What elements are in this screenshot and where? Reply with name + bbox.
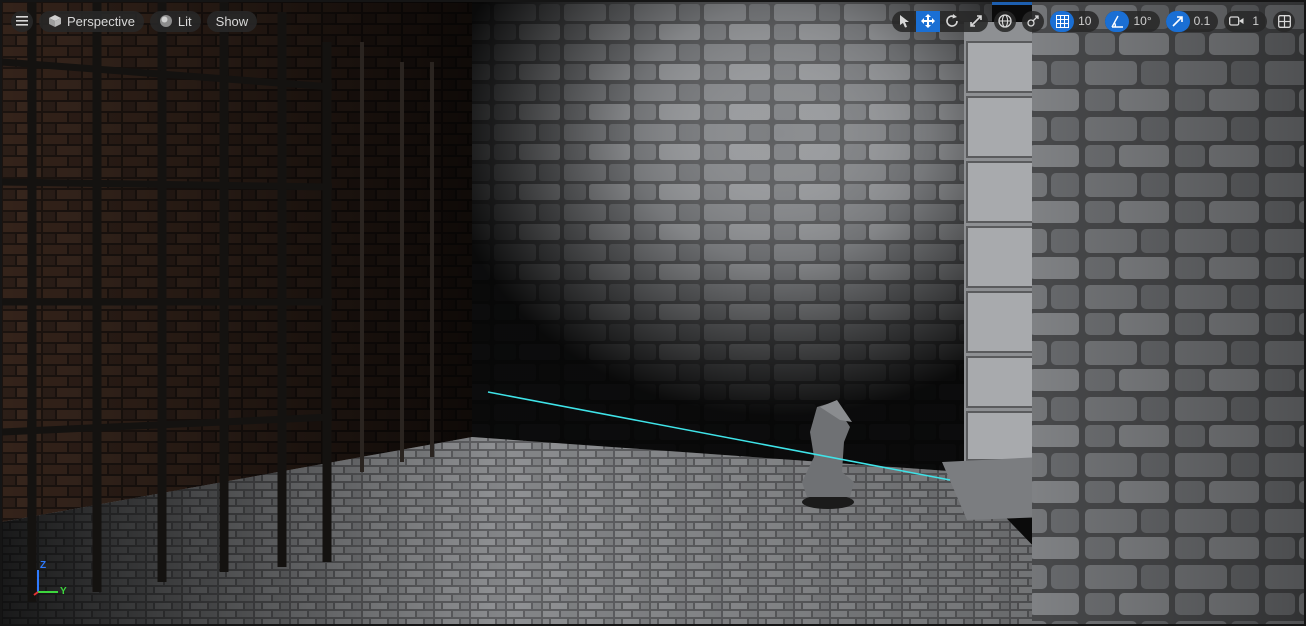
camera-speed-button[interactable]	[1224, 11, 1248, 32]
sphere-icon	[159, 15, 172, 27]
move-arrows-icon	[921, 14, 936, 28]
cube-icon	[49, 15, 61, 27]
globe-icon	[998, 14, 1012, 28]
hamburger-icon	[16, 16, 28, 26]
viewport-layout-button[interactable]	[1273, 10, 1295, 32]
angle-icon	[1111, 15, 1123, 28]
translate-mode-button[interactable]	[916, 10, 941, 32]
rotation-snap-toggle[interactable]	[1105, 10, 1130, 32]
lighting-mode-label: Lit	[177, 13, 192, 29]
axis-z-label: Z	[40, 560, 47, 571]
grid-snap-control[interactable]: 10	[1050, 10, 1100, 32]
rotate-icon	[946, 14, 958, 27]
camera-speed-value: 1	[1252, 14, 1259, 28]
camera-icon	[1228, 16, 1244, 26]
pointer-icon	[900, 15, 910, 28]
axis-indicator: Z Y	[30, 560, 74, 600]
view-mode-label: Perspective	[67, 13, 135, 29]
coordinate-system-button[interactable]	[994, 10, 1017, 32]
viewport-toolbar-right: 10 10° 0.1 1	[892, 10, 1295, 32]
grid-icon	[1055, 14, 1069, 28]
scale-snap-toggle[interactable]	[1165, 10, 1190, 32]
scale-snap-value: 0.1	[1193, 14, 1211, 28]
view-mode-dropdown[interactable]: Perspective	[39, 10, 144, 32]
level-viewport[interactable]: Perspective Lit Show 10 10° 0.1 1 Z Y	[0, 0, 1306, 626]
viewport-options-menu-button[interactable]	[11, 10, 33, 32]
rotate-mode-button[interactable]	[940, 11, 964, 32]
show-flags-dropdown[interactable]: Show	[206, 10, 258, 32]
scale-arrow-icon	[1172, 15, 1183, 27]
show-label: Show	[215, 13, 249, 29]
select-mode-button[interactable]	[892, 11, 916, 32]
transform-mode-group	[892, 10, 989, 32]
camera-speed-control[interactable]: 1	[1224, 10, 1267, 32]
axis-y-label: Y	[60, 586, 67, 597]
surface-snapping-button[interactable]	[1022, 10, 1045, 32]
viewport-toolbar-left: Perspective Lit Show	[11, 10, 258, 32]
scale-mode-button[interactable]	[964, 11, 988, 32]
rotation-snap-control[interactable]: 10°	[1105, 10, 1160, 32]
scale-icon	[970, 15, 982, 27]
lighting-mode-dropdown[interactable]: Lit	[149, 10, 201, 32]
grid-snap-value: 10	[1078, 14, 1092, 28]
surface-snap-icon	[1027, 15, 1039, 27]
viewport-layout-icon	[1277, 14, 1291, 28]
axis-gizmo-icon	[33, 570, 58, 596]
rotation-snap-value: 10°	[1133, 14, 1152, 28]
scale-snap-control[interactable]: 0.1	[1165, 10, 1219, 32]
scene-render[interactable]	[2, 2, 1306, 626]
grid-snap-toggle[interactable]	[1050, 10, 1075, 32]
